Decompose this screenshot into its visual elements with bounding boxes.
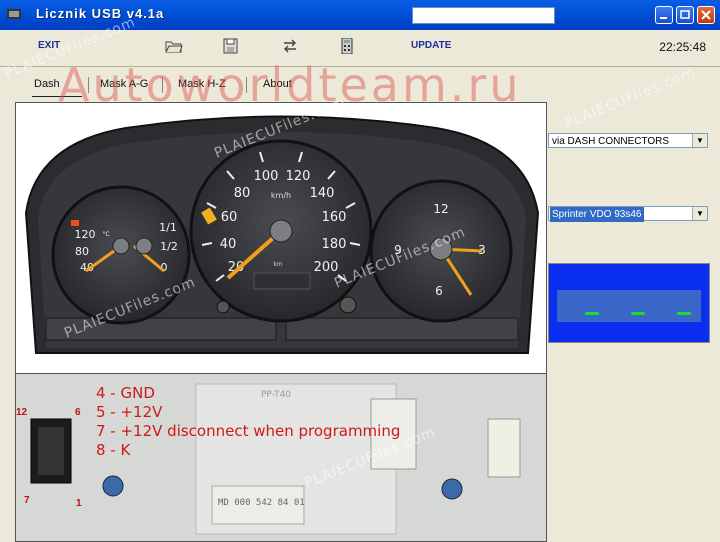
part-number-label: MD 000 542 84 01: [218, 498, 305, 508]
speedo-label: 160: [322, 210, 347, 225]
title-input-box: [412, 7, 555, 24]
fuel-label: 1/2: [160, 240, 178, 253]
model-select-value: Sprinter VDO 93s46: [550, 207, 644, 222]
app-icon: [7, 9, 21, 19]
tab-separator: [88, 77, 89, 93]
speedo-label: 120: [286, 169, 311, 184]
tab-separator: [246, 77, 247, 93]
connector-photo: PP-T40 MD 000 542 84 01 4 - GND 5 - +12V…: [16, 374, 546, 541]
pinout-line: 7 - +12V disconnect when programming: [96, 422, 401, 440]
pcb-sticker-text: PP-T40: [261, 390, 291, 400]
pin-number: 6: [75, 407, 81, 418]
tab-about[interactable]: About: [263, 78, 292, 90]
temp-label: 80: [75, 245, 89, 258]
temp-unit: °C: [102, 231, 109, 238]
speedo-label: 180: [322, 237, 347, 252]
maximize-button[interactable]: [676, 6, 694, 24]
close-icon: [701, 10, 711, 20]
lcd-inner: [557, 290, 701, 322]
lcd-segment: [585, 312, 599, 315]
tab-mask-a-g[interactable]: Mask A-G: [100, 78, 148, 90]
maximize-icon: [680, 10, 690, 19]
toolbar: EXIT UPDATE 22:25:48: [0, 30, 720, 67]
tacho-label: 9: [394, 243, 402, 257]
lcd-segment: [631, 312, 645, 315]
title-bar: Licznik USB v4.1a: [0, 0, 720, 30]
lcd-display: [548, 263, 710, 343]
speedo-label: 60: [221, 210, 238, 225]
speedo-label: 140: [310, 186, 335, 201]
chevron-down-icon[interactable]: ▼: [692, 207, 707, 220]
instrument-cluster-photo: 20 40 60 80 100 120 140 160 180 200 km/h…: [16, 103, 546, 373]
tacho-label: 12: [433, 202, 448, 216]
window-title: Licznik USB v4.1a: [36, 6, 165, 21]
connection-select-value: via DASH CONNECTORS: [552, 136, 670, 147]
pin-number: 1: [76, 498, 82, 509]
active-tab-indicator: [32, 96, 82, 97]
tab-mask-h-z[interactable]: Mask H-Z: [178, 78, 226, 90]
speedo-label: 200: [314, 260, 339, 275]
exit-button[interactable]: EXIT: [38, 40, 60, 51]
save-icon[interactable]: [222, 38, 240, 54]
dashboard-panel: 20 40 60 80 100 120 140 160 180 200 km/h…: [15, 102, 547, 542]
temp-label: 120: [75, 228, 96, 241]
pinout-line: 4 - GND: [96, 384, 155, 402]
speedo-unit: km/h: [271, 191, 291, 200]
minimize-button[interactable]: [655, 6, 673, 24]
connection-select[interactable]: via DASH CONNECTORS ▼: [548, 133, 708, 148]
fuel-label: 1/1: [159, 221, 177, 234]
minimize-icon: [660, 17, 667, 19]
odo-unit: km: [273, 261, 282, 268]
tab-separator: [162, 77, 163, 93]
pin-number: 7: [24, 495, 30, 506]
lcd-segment: [677, 312, 691, 315]
pinout-line: 8 - K: [96, 441, 131, 459]
pin-number: 12: [16, 407, 28, 418]
speedo-hub: [269, 219, 293, 243]
speedo-label: 80: [234, 186, 251, 201]
instrument-cluster-graphic: 20 40 60 80 100 120 140 160 180 200 km/h…: [24, 115, 540, 354]
update-button[interactable]: UPDATE: [411, 40, 451, 51]
tab-dash[interactable]: Dash: [34, 78, 60, 90]
open-folder-icon[interactable]: [165, 38, 183, 54]
tacho-label: 6: [435, 284, 443, 298]
close-button[interactable]: [697, 6, 715, 24]
swap-icon[interactable]: [281, 38, 299, 54]
chevron-down-icon[interactable]: ▼: [692, 134, 707, 147]
calculator-icon[interactable]: [338, 38, 356, 54]
tab-bar: Dash Mask A-G Mask H-Z About: [0, 66, 720, 102]
speedo-label: 40: [220, 237, 237, 252]
pinout-line: 5 - +12V: [96, 403, 163, 421]
model-select[interactable]: Sprinter VDO 93s46 ▼: [548, 206, 708, 222]
speedo-label: 100: [254, 169, 279, 184]
clock: 22:25:48: [659, 40, 706, 54]
